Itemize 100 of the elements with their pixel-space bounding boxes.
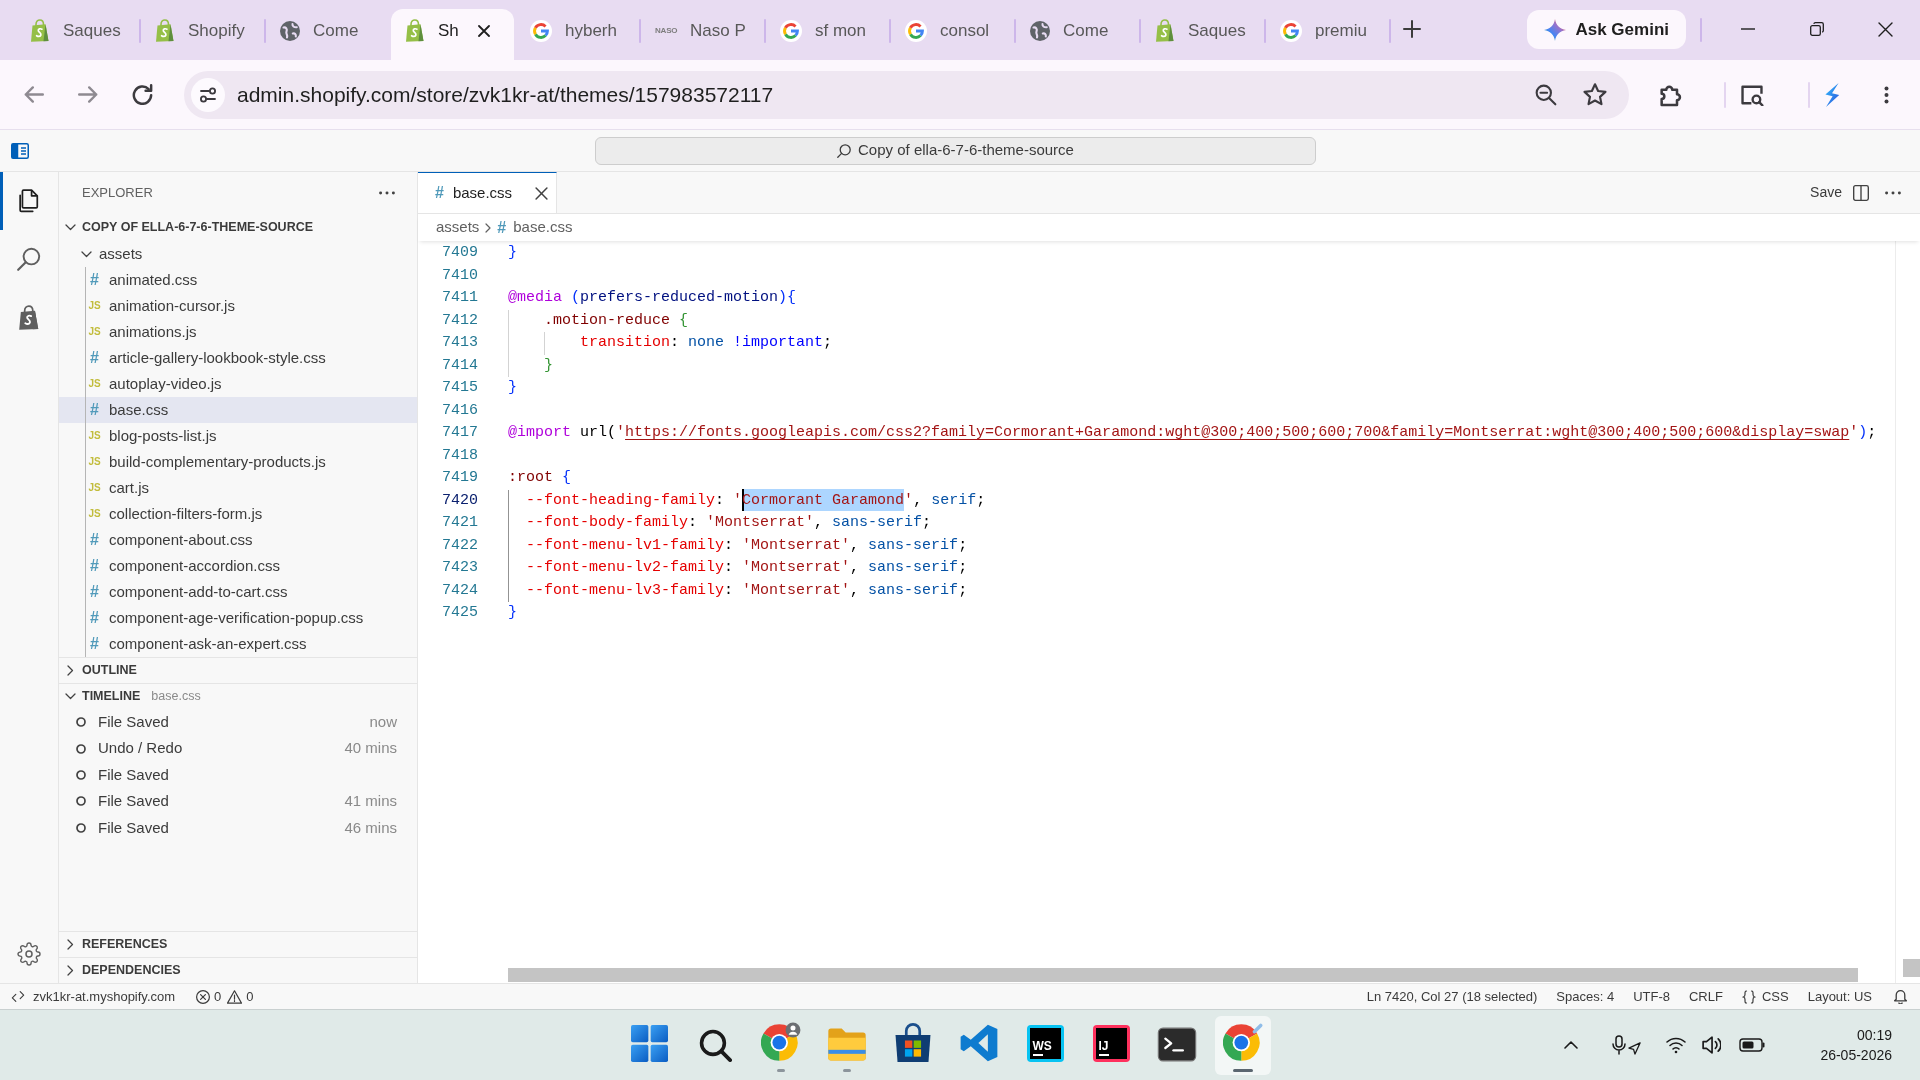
file-item[interactable]: # component-add-to-cart.css [59,579,417,605]
section-header[interactable]: TIMELINE base.css [59,683,417,709]
remote-indicator[interactable]: zvk1kr-at.myshopify.com [0,984,176,1009]
chevron-right-icon[interactable] [66,939,74,950]
error-icon[interactable] [196,989,211,1004]
file-item[interactable]: JS blog-posts-list.js [59,423,417,449]
split-editor-icon[interactable] [1853,184,1869,201]
folder-item[interactable]: assets [59,241,417,267]
section-header[interactable]: REFERENCES [59,931,417,957]
timeline-entry[interactable]: Undo / Redo [98,737,183,760]
restore-icon[interactable] [1809,22,1824,36]
search-icon[interactable] [17,247,41,271]
close-icon[interactable] [535,186,548,200]
horizontal-scrollbar-thumb[interactable] [508,968,1858,982]
chevron-down-icon[interactable] [64,224,76,231]
status-item[interactable]: CRLF [1689,986,1723,1007]
browser-tab[interactable]: Come [266,9,389,60]
line-number: 7423 [441,558,478,578]
file-item[interactable]: # animated.css [59,267,417,293]
bell-icon[interactable] [1894,989,1907,1004]
volume-icon[interactable] [1702,1036,1722,1054]
language-indicator[interactable]: CSS [1741,986,1789,1007]
window-search-icon[interactable] [1740,83,1764,106]
code-line: --font-menu-lv1-family: 'Montserrat', sans-serif; [525,535,968,556]
timeline-entry[interactable]: File Saved [98,816,169,839]
shopping-bag-icon [895,1022,931,1062]
file-item[interactable]: # article-gallery-lookbook-style.css [59,345,417,371]
taskbar-button[interactable]: IJ [1083,1015,1139,1075]
file-item[interactable]: # component-ask-an-expert.css [59,631,417,657]
microphone-icon[interactable] [1612,1035,1627,1055]
ask-gemini-button[interactable]: Ask Gemini [1527,10,1686,49]
browser-tab[interactable]: sf mon [766,9,889,60]
line-number: 7421 [441,513,478,533]
sidebar-title: EXPLORER [82,184,153,203]
location-arrow-icon[interactable] [1628,1041,1642,1055]
file-item[interactable]: # component-about.css [59,527,417,553]
vertical-scrollbar-thumb[interactable] [1903,959,1920,977]
command-center[interactable]: Copy of ella-6-7-6-theme-source [595,136,1316,165]
browser-tab[interactable]: NASO Naso P [641,9,764,60]
chevron-down-icon[interactable] [80,250,92,258]
line-number: 7418 [441,445,478,466]
sliders-icon[interactable] [191,77,225,112]
browser-tab[interactable]: consol [891,9,1014,60]
g-logo-icon [905,19,927,42]
reload-icon[interactable] [131,84,153,105]
taskbar-button[interactable]: WS [1017,1015,1073,1075]
files-icon[interactable] [18,189,40,213]
more-icon[interactable] [1885,190,1901,195]
warning-icon[interactable] [227,989,243,1004]
file-item[interactable]: JS collection-filters-form.js [59,501,417,527]
breadcrumb-item[interactable]: # base.css [497,216,573,239]
breadcrumb-item[interactable]: assets [436,216,480,239]
minimize-icon[interactable] [1740,28,1755,30]
puzzle-icon[interactable] [1659,82,1683,107]
more-icon[interactable] [379,191,395,195]
browser-tab[interactable]: Come [1016,9,1139,60]
browser-tab[interactable]: Shopify [141,9,264,60]
close-icon[interactable] [1878,21,1893,37]
browser-tab[interactable]: Saques [16,9,139,60]
chevron-right-icon[interactable] [66,965,74,976]
status-item[interactable]: Spaces: 4 [1556,986,1615,1007]
zoom-out-icon[interactable] [1535,83,1557,106]
file-item[interactable]: JS animations.js [59,319,417,345]
save-button[interactable]: Save [1810,182,1842,203]
star-icon[interactable] [1583,83,1607,106]
kebab-menu-icon[interactable] [1883,85,1889,104]
file-item[interactable]: # base.css [59,397,417,423]
file-item[interactable]: JS build-complementary-products.js [59,449,417,475]
file-item[interactable]: # component-accordion.css [59,553,417,579]
timeline-entry[interactable]: File Saved [98,710,169,734]
browser-tab[interactable]: hyberh [516,9,639,60]
section-header[interactable]: OUTLINE [59,657,417,683]
braces-icon [1741,989,1756,1004]
file-item[interactable]: JS animation-cursor.js [59,293,417,319]
chevron-right-icon[interactable] [66,665,74,676]
timeline-entry[interactable]: File Saved [98,790,169,813]
status-item[interactable]: UTF-8 [1633,986,1670,1007]
address-field[interactable]: admin.shopify.com/store/zvk1kr-at/themes/157983572117 [184,70,1629,119]
sidebar-layout-icon[interactable] [11,142,29,159]
browser-tab[interactable]: premiu [1266,9,1389,60]
chevron-up-icon[interactable] [1564,1041,1579,1049]
timeline-time: 46 mins [344,817,397,838]
new-tab-icon[interactable] [1403,20,1421,38]
file-item[interactable]: # component-age-verification-popup.css [59,605,417,631]
file-item[interactable]: JS cart.js [59,475,417,501]
editor-tab[interactable]: # base.css [418,172,557,213]
wifi-icon[interactable] [1666,1036,1687,1054]
browser-tab[interactable]: Sh [391,9,514,60]
close-icon[interactable] [478,24,490,37]
settings-icon[interactable] [17,942,41,966]
status-item[interactable]: Layout: US [1807,986,1872,1007]
shopping-bag-icon[interactable] [18,304,40,330]
s-logo-icon[interactable] [1823,82,1841,107]
hash-icon: # [86,636,103,652]
chevron-down-icon[interactable] [64,693,76,700]
timeline-entry[interactable]: File Saved [98,763,169,787]
status-item[interactable]: Ln 7420, Col 27 (18 selected) [1366,986,1538,1007]
battery-icon[interactable] [1739,1038,1766,1052]
browser-tab[interactable]: Saques [1141,9,1264,60]
workspace-header[interactable]: COPY OF ELLA-6-7-6-THEME-SOURCE [59,214,417,241]
